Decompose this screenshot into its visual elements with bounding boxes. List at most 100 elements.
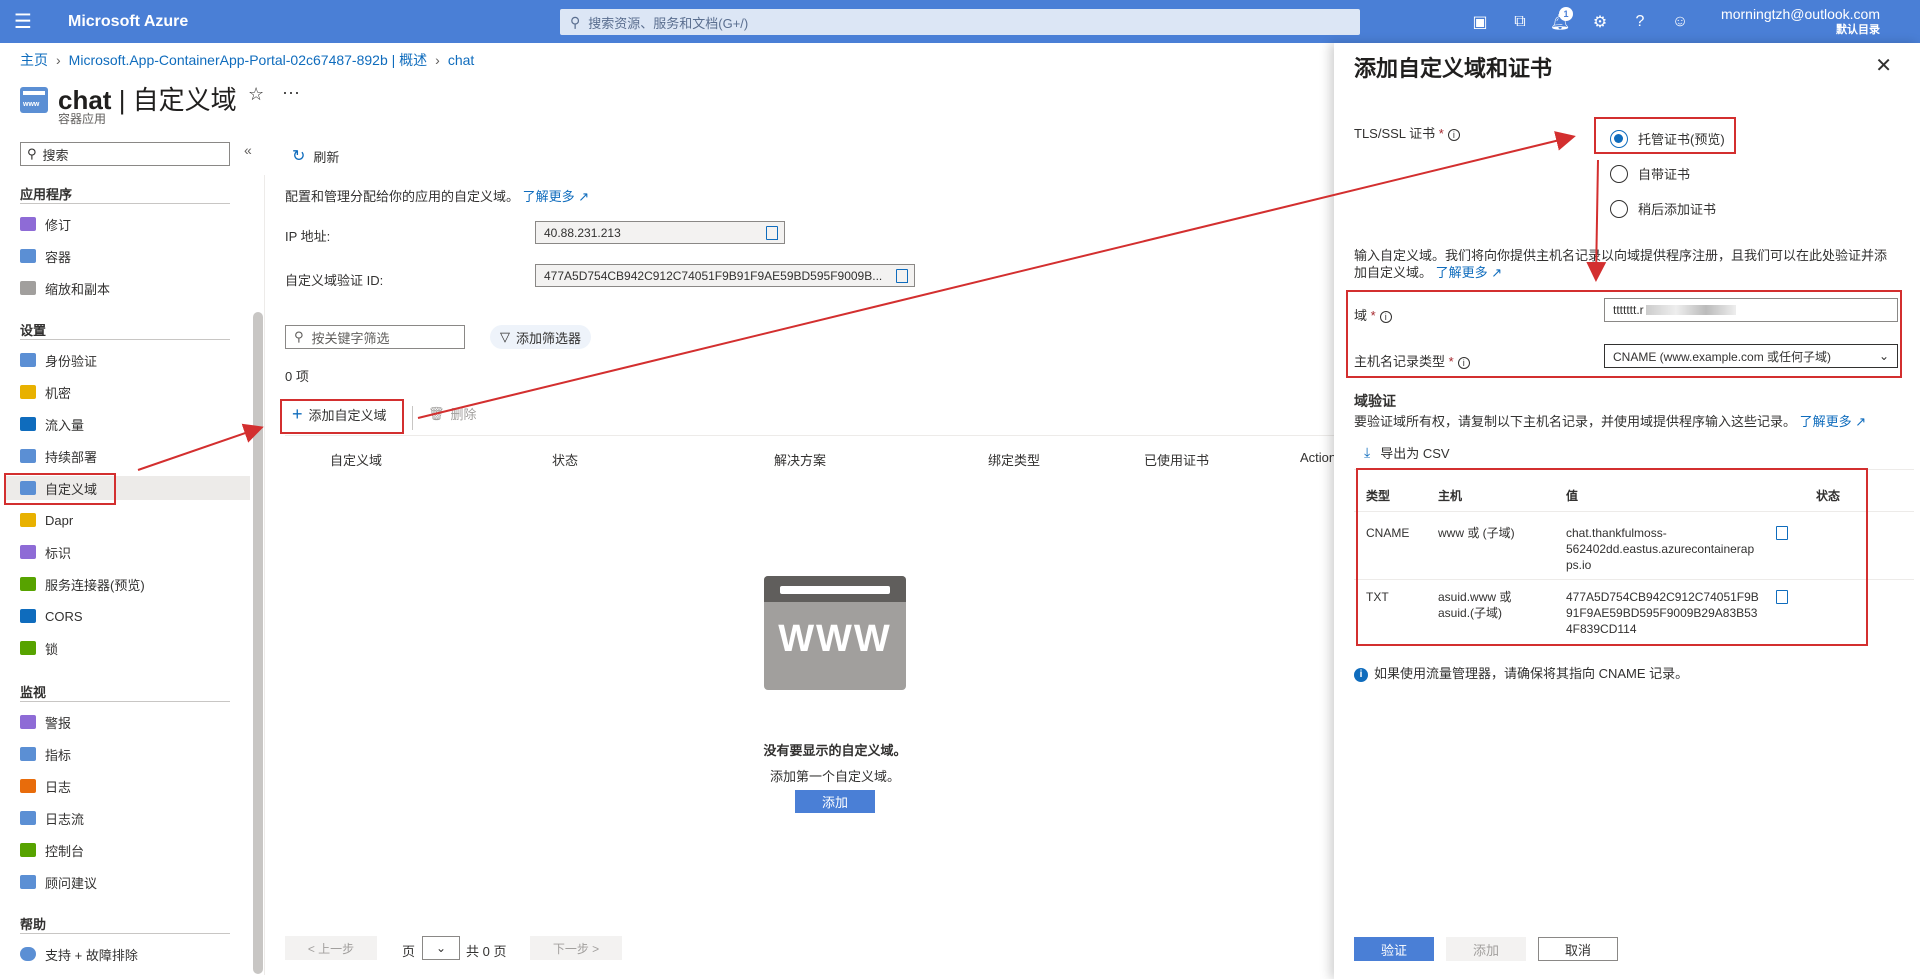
record-header-value: 值 — [1566, 489, 1579, 503]
refresh-button[interactable]: ↻ 刷新 — [292, 146, 339, 166]
sidebar-item-containers[interactable]: 容器 — [20, 244, 240, 268]
info-icon: i — [1354, 667, 1368, 682]
intro-learn-more-link[interactable]: 了解更多 — [1436, 265, 1488, 280]
authentication-icon — [20, 353, 36, 367]
sidebar-item-secrets[interactable]: 机密 — [20, 380, 240, 404]
account-menu[interactable]: morningtzh@outlook.com 默认目录 — [1721, 6, 1880, 38]
breadcrumb-home[interactable]: 主页 — [20, 50, 48, 70]
revisions-icon — [20, 217, 36, 231]
column-header-status[interactable]: 状态 — [552, 450, 578, 469]
copy-icon[interactable] — [1776, 526, 1788, 540]
custom-domain-icon — [20, 87, 48, 113]
sidebar-scrollbar[interactable] — [253, 312, 263, 974]
radio-bring-own-certificate[interactable]: 自带证书 — [1610, 164, 1690, 183]
page-subtitle: 容器应用 — [58, 112, 107, 126]
identity-icon — [20, 545, 36, 559]
sidebar-item-cors[interactable]: CORS — [20, 604, 240, 628]
column-header-solution[interactable]: 解决方案 — [774, 450, 826, 469]
column-header-action[interactable]: Action — [1300, 450, 1336, 465]
menu-icon[interactable]: ☰ — [0, 0, 46, 43]
prev-page-button[interactable]: < 上一步 — [285, 936, 377, 960]
more-options-icon[interactable]: ··· — [282, 82, 300, 103]
sidebar-item-support[interactable]: 支持 + 故障排除 — [20, 942, 240, 966]
add-filter-button[interactable]: ▽ 添加筛选器 — [490, 325, 592, 349]
sidebar-item-metrics[interactable]: 指标 — [20, 742, 240, 766]
copy-icon[interactable] — [896, 269, 908, 283]
record-type-cell: TXT — [1366, 590, 1389, 604]
info-icon[interactable]: i — [1457, 356, 1470, 369]
learn-more-link[interactable]: 了解更多 — [523, 189, 575, 204]
verify-learn-more-link[interactable]: 了解更多 — [1800, 414, 1852, 429]
info-icon[interactable]: i — [1447, 128, 1460, 141]
breadcrumb-environment[interactable]: Microsoft.App-ContainerApp-Portal-02c674… — [69, 50, 427, 70]
sidebar-item-scale[interactable]: 缩放和副本 — [20, 276, 240, 300]
directory-filter-icon[interactable]: ⧉ — [1500, 0, 1540, 43]
sidebar-item-custom-domains[interactable]: 自定义域 — [4, 476, 250, 500]
dapr-icon — [20, 513, 36, 527]
search-icon: ⚲ — [294, 329, 304, 344]
copy-icon[interactable] — [766, 226, 778, 240]
breadcrumb: 主页 › Microsoft.App-ContainerApp-Portal-0… — [20, 50, 474, 70]
chevron-right-icon: › — [56, 52, 61, 68]
delete-button[interactable]: 🗑︎ 删除 — [428, 404, 477, 423]
add-custom-domain-button[interactable]: + 添加自定义域 — [292, 404, 387, 425]
sidebar-item-log-stream[interactable]: 日志流 — [20, 806, 240, 830]
favorite-star-icon[interactable]: ☆ — [248, 84, 264, 105]
column-header-certificate[interactable]: 已使用证书 — [1144, 450, 1209, 469]
domain-input[interactable]: ttttttt.r — [1604, 298, 1898, 322]
cors-icon — [20, 609, 36, 623]
validate-button[interactable]: 验证 — [1354, 937, 1434, 961]
sidebar-item-auth[interactable]: 身份验证 — [20, 348, 240, 372]
notifications-bell-icon[interactable]: 🔔︎ 1 — [1540, 0, 1580, 43]
divider — [1354, 579, 1914, 580]
record-value-cell: chat.thankfulmoss- 562402dd.eastus.azurec… — [1566, 526, 1755, 572]
ip-address-label: IP 地址: — [285, 229, 331, 244]
sidebar-search-input[interactable]: ⚲ 搜索 — [20, 142, 230, 166]
sidebar-item-alerts[interactable]: 警报 — [20, 710, 240, 734]
breadcrumb-current[interactable]: chat — [448, 52, 474, 68]
record-type-select[interactable]: CNAME (www.example.com 或任何子域) ⌄ — [1604, 344, 1898, 368]
cloud-shell-icon[interactable]: ▣ — [1460, 0, 1500, 43]
sidebar-item-ingress[interactable]: 流入量 — [20, 412, 240, 436]
info-icon[interactable]: i — [1379, 310, 1392, 323]
sidebar-item-dapr[interactable]: Dapr — [20, 508, 240, 532]
sidebar-item-service-connector[interactable]: 服务连接器(预览) — [20, 572, 240, 596]
feedback-icon[interactable]: ☺ — [1660, 0, 1700, 43]
plus-icon: + — [292, 404, 303, 424]
radio-add-later[interactable]: 稍后添加证书 — [1610, 199, 1716, 218]
export-csv-button[interactable]: ⤓ 导出为 CSV — [1364, 443, 1450, 462]
keyword-filter-input[interactable]: ⚲ 按关键字筛选 — [285, 325, 465, 349]
sidebar-item-identity[interactable]: 标识 — [20, 540, 240, 564]
help-icon[interactable]: ? — [1620, 0, 1660, 43]
brand-logo[interactable]: Microsoft Azure — [46, 13, 546, 31]
sidebar-item-deployment[interactable]: 持续部署 — [20, 444, 240, 468]
radio-managed-certificate[interactable]: 托管证书(预览) — [1610, 129, 1725, 148]
copy-icon[interactable] — [1776, 590, 1788, 604]
cancel-button[interactable]: 取消 — [1538, 937, 1618, 961]
record-value-cell: 477A5D754CB942C912C74051F9B 91F9AE59BD595… — [1566, 590, 1759, 636]
chevron-right-icon: › — [435, 52, 440, 68]
sidebar-item-logs[interactable]: 日志 — [20, 774, 240, 798]
add-button[interactable]: 添加 — [1446, 937, 1526, 961]
global-search-input[interactable]: ⚲ 搜索资源、服务和文档(G+/) — [560, 9, 1360, 35]
sidebar-item-locks[interactable]: 锁 — [20, 636, 240, 660]
column-header-binding[interactable]: 绑定类型 — [988, 450, 1040, 469]
divider — [20, 933, 230, 934]
next-page-button[interactable]: 下一步 > — [530, 936, 622, 960]
page-select[interactable]: ⌄ — [422, 936, 460, 960]
sidebar-item-revisions[interactable]: 修订 — [20, 212, 240, 236]
record-type-cell: CNAME — [1366, 526, 1410, 540]
close-icon[interactable]: ✕ — [1875, 53, 1892, 78]
sidebar-item-advisor[interactable]: 顾问建议 — [20, 870, 240, 894]
sidebar-item-console[interactable]: 控制台 — [20, 838, 240, 862]
advisor-icon — [20, 875, 36, 889]
deployment-cube-icon — [20, 449, 36, 463]
scale-icon — [20, 281, 36, 295]
empty-state-add-button[interactable]: 添加 — [795, 790, 875, 813]
column-header-domain[interactable]: 自定义域 — [330, 450, 382, 469]
settings-gear-icon[interactable]: ⚙ — [1580, 0, 1620, 43]
collapse-sidebar-icon[interactable]: « — [244, 142, 252, 158]
top-toolbar: ▣ ⧉ 🔔︎ 1 ⚙ ? ☺ — [1460, 0, 1700, 43]
record-host-cell: asuid.www 或 asuid.(子域) — [1438, 590, 1512, 620]
domain-verification-text: 要验证域所有权，请复制以下主机名记录，并使用域提供程序输入这些记录。 了解更多 … — [1354, 414, 1867, 429]
